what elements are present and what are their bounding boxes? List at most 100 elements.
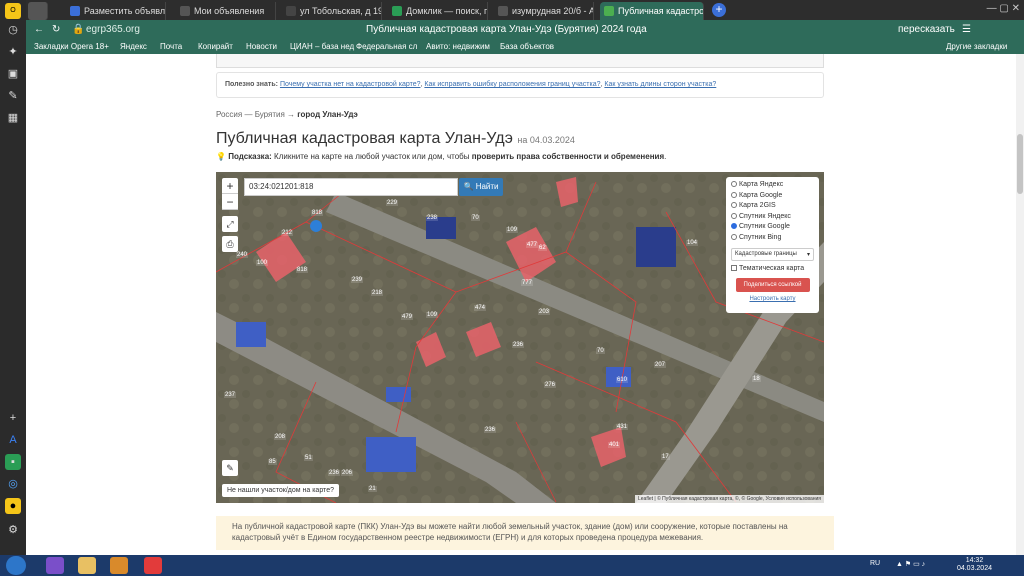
- radio-icon[interactable]: [731, 181, 737, 187]
- parcel-number[interactable]: 104: [686, 240, 699, 246]
- parcel-number[interactable]: 70: [596, 348, 605, 354]
- tab-item[interactable]: Мои объявления: [176, 2, 276, 20]
- bookmark-item[interactable]: Почта: [160, 42, 182, 51]
- parcel-number[interactable]: 109: [426, 312, 439, 318]
- parcel-number[interactable]: 401: [608, 442, 621, 448]
- parcel-number[interactable]: 70: [471, 215, 480, 221]
- bookmark-item[interactable]: Новости: [246, 42, 277, 51]
- reload-icon[interactable]: ↻: [52, 24, 60, 35]
- window-controls[interactable]: — ▢ ✕: [987, 3, 1020, 14]
- bookmark-item[interactable]: Федеральная сл: [356, 42, 417, 51]
- system-clock[interactable]: 14:32 04.03.2024: [957, 557, 992, 573]
- thematic-checkbox[interactable]: Тематическая карта: [731, 265, 814, 272]
- parcel-number[interactable]: 218: [371, 290, 384, 296]
- alisa-icon[interactable]: A: [5, 432, 21, 448]
- radio-icon[interactable]: [731, 191, 737, 198]
- fullscreen-icon[interactable]: ⤢: [222, 216, 238, 232]
- scrollbar-thumb[interactable]: [1017, 134, 1023, 194]
- parcel-number[interactable]: 203: [538, 309, 551, 315]
- checkbox-box[interactable]: [731, 265, 737, 271]
- parcel-number[interactable]: 236: [328, 470, 341, 476]
- parcel-number[interactable]: 51: [304, 455, 313, 461]
- cadastral-map[interactable]: 818 212 818 238 229 70 109 477 62 777 104 239 218 479…: [216, 172, 824, 503]
- parcel-number[interactable]: 212: [281, 230, 294, 236]
- parcel-number[interactable]: 777: [521, 280, 534, 286]
- tray-icons[interactable]: ▲ ⚑ ▭ ♪: [896, 560, 925, 568]
- page-scrollbar[interactable]: [1016, 54, 1024, 555]
- parcel-number[interactable]: 21: [368, 486, 377, 492]
- tip-link[interactable]: Как исправить ошибку расположения границ…: [424, 81, 600, 88]
- messenger-icon[interactable]: ▪: [5, 454, 21, 470]
- zoom-in-button[interactable]: +: [222, 178, 238, 194]
- add-panel-icon[interactable]: +: [5, 410, 21, 426]
- parcel-number[interactable]: 206: [341, 470, 354, 476]
- parcel-number[interactable]: 18: [752, 376, 761, 382]
- radio-icon[interactable]: [731, 233, 737, 240]
- layer-option[interactable]: Спутник Яндекс: [731, 212, 814, 224]
- parcel-number[interactable]: 62: [538, 245, 547, 251]
- parcel-number[interactable]: 109: [506, 227, 519, 233]
- viber-icon[interactable]: [46, 557, 64, 574]
- bookmark-item[interactable]: База объектов: [500, 42, 554, 51]
- downloads-icon[interactable]: ▣: [5, 66, 21, 82]
- parcel-number[interactable]: 276: [544, 382, 557, 388]
- opera-logo-icon[interactable]: О: [5, 3, 21, 19]
- radio-icon[interactable]: [731, 223, 737, 229]
- breadcrumb-item[interactable]: Бурятия: [255, 110, 285, 119]
- new-tab-button[interactable]: +: [712, 3, 726, 17]
- layer-option[interactable]: Карта Google: [731, 191, 814, 203]
- parcel-number[interactable]: 236: [512, 342, 525, 348]
- layer-option[interactable]: Карта 2GIS: [731, 202, 814, 213]
- parcel-number[interactable]: 238: [426, 215, 439, 221]
- start-button[interactable]: [6, 556, 26, 575]
- parcel-number[interactable]: 818: [311, 210, 324, 216]
- zoom-out-button[interactable]: −: [222, 194, 238, 210]
- tab-item[interactable]: Разместить объявление о: [66, 2, 166, 20]
- parcel-number[interactable]: 431: [616, 424, 629, 430]
- other-bookmarks[interactable]: Другие закладки: [946, 42, 1007, 51]
- parcel-number[interactable]: 229: [386, 200, 399, 206]
- parcel-number[interactable]: 236: [484, 427, 497, 433]
- games-icon[interactable]: ●: [5, 498, 21, 514]
- tab-item[interactable]: Домклик — поиск, провер: [388, 2, 488, 20]
- parcel-number[interactable]: 474: [474, 305, 487, 311]
- tab-item-active[interactable]: Публичная кадастров: [600, 2, 704, 20]
- parcel-number[interactable]: 479: [401, 314, 414, 320]
- bookmarks-icon[interactable]: ✦: [5, 44, 21, 60]
- music-icon[interactable]: ◎: [5, 476, 21, 492]
- media-player-icon[interactable]: [110, 557, 128, 574]
- notes-icon[interactable]: ✎: [5, 88, 21, 104]
- radio-icon[interactable]: [731, 212, 737, 219]
- extension-icon[interactable]: ☰: [962, 24, 971, 35]
- radio-icon[interactable]: [731, 202, 737, 208]
- yandex-browser-icon[interactable]: [144, 557, 162, 574]
- not-found-button[interactable]: Не нашли участок/дом на карте?: [222, 484, 339, 497]
- find-button[interactable]: 🔍 Найти: [459, 178, 503, 196]
- parcel-number[interactable]: 17: [661, 454, 670, 460]
- layer-option[interactable]: Карта Яндекс: [731, 181, 814, 192]
- settings-icon[interactable]: ⚙: [5, 522, 21, 538]
- print-icon[interactable]: ⎙: [222, 236, 238, 252]
- tip-link[interactable]: Как узнать длины сторон участка?: [604, 81, 716, 88]
- share-link-button[interactable]: Поделиться ссылкой: [735, 278, 810, 292]
- bookmark-item[interactable]: ЦИАН – база нед: [290, 42, 354, 51]
- boundary-select[interactable]: Кадастровые границы ▾: [731, 248, 814, 261]
- tip-link[interactable]: Почему участка нет на кадастровой карте?: [280, 81, 421, 88]
- bookmark-item[interactable]: Яндекс: [120, 42, 147, 51]
- parcel-number[interactable]: 208: [274, 434, 287, 440]
- parcel-number[interactable]: 240: [236, 252, 249, 258]
- parcel-number[interactable]: 85: [268, 459, 277, 465]
- layer-option[interactable]: Спутник Bing: [731, 233, 814, 245]
- back-icon[interactable]: ←: [34, 24, 44, 35]
- parcel-number[interactable]: 100: [256, 260, 269, 266]
- retell-button[interactable]: пересказать: [898, 24, 955, 35]
- parcel-number[interactable]: 237: [224, 392, 237, 398]
- parcel-number[interactable]: 610: [616, 377, 629, 383]
- tab-item[interactable]: изумрудная 20/б - Авито: [494, 2, 594, 20]
- breadcrumb-item[interactable]: Россия: [216, 110, 242, 119]
- ruler-icon[interactable]: ✎: [222, 460, 238, 476]
- explorer-icon[interactable]: [78, 557, 96, 574]
- bookmark-item[interactable]: Закладки Opera 18+: [34, 42, 109, 51]
- tab-menu-button[interactable]: [28, 2, 48, 20]
- bookmark-item[interactable]: Копирайт: [198, 42, 233, 51]
